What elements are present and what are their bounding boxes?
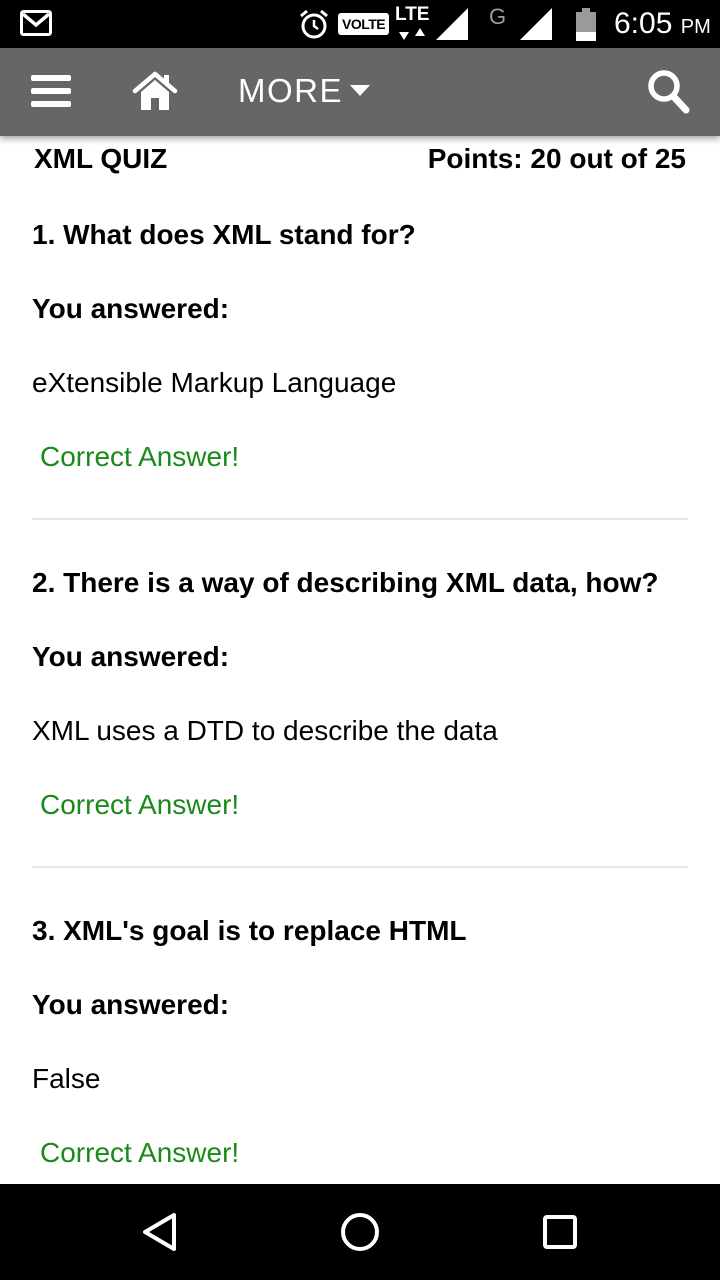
more-menu-button[interactable]: MORE xyxy=(238,68,371,114)
signal-icon xyxy=(436,8,468,40)
question-text: 2. There is a way of describing XML data… xyxy=(32,567,659,598)
question-text: 1. What does XML stand for? xyxy=(32,219,416,250)
user-answer: False xyxy=(32,1063,101,1094)
result-message: Correct Answer! xyxy=(40,789,240,820)
status-bar: VOLTE LTE G 6:05 PM xyxy=(0,0,720,48)
clock-ampm: PM xyxy=(680,16,711,38)
quiz-title: XML QUIZ xyxy=(34,143,168,174)
result-message: Correct Answer! xyxy=(40,441,240,472)
data-activity-icon xyxy=(399,28,425,40)
caret-down-icon xyxy=(350,85,370,97)
divider xyxy=(32,518,688,520)
divider xyxy=(32,866,688,868)
system-navigation-bar xyxy=(0,1184,720,1280)
user-answer: eXtensible Markup Language xyxy=(32,367,397,398)
lte-label: LTE xyxy=(395,4,430,25)
network-g-label: G xyxy=(489,4,507,29)
answered-label: You answered: xyxy=(32,293,230,324)
back-icon[interactable] xyxy=(138,1210,182,1254)
answered-label: You answered: xyxy=(32,989,230,1020)
quiz-results[interactable]: XML QUIZ Points: 20 out of 25 1. What do… xyxy=(0,136,720,1184)
signal-icon xyxy=(520,8,552,40)
clock-time: 6:05 xyxy=(614,7,673,40)
home-icon[interactable] xyxy=(132,70,178,112)
battery-icon xyxy=(576,8,596,41)
result-message: Correct Answer! xyxy=(40,1137,240,1168)
hamburger-menu-icon[interactable] xyxy=(30,72,72,110)
search-icon[interactable] xyxy=(646,68,690,114)
app-toolbar: MORE xyxy=(0,48,720,136)
recents-square-icon[interactable] xyxy=(538,1210,582,1254)
volte-badge: VOLTE xyxy=(338,13,390,35)
clock: 6:05 PM xyxy=(614,6,711,45)
answered-label: You answered: xyxy=(32,641,230,672)
alarm-icon xyxy=(300,9,328,39)
more-label: MORE xyxy=(238,72,343,109)
home-circle-icon[interactable] xyxy=(338,1210,382,1254)
user-answer: XML uses a DTD to describe the data xyxy=(32,715,498,746)
gmail-icon xyxy=(20,10,52,36)
quiz-points: Points: 20 out of 25 xyxy=(427,143,686,174)
question-text: 3. XML's goal is to replace HTML xyxy=(32,915,467,946)
